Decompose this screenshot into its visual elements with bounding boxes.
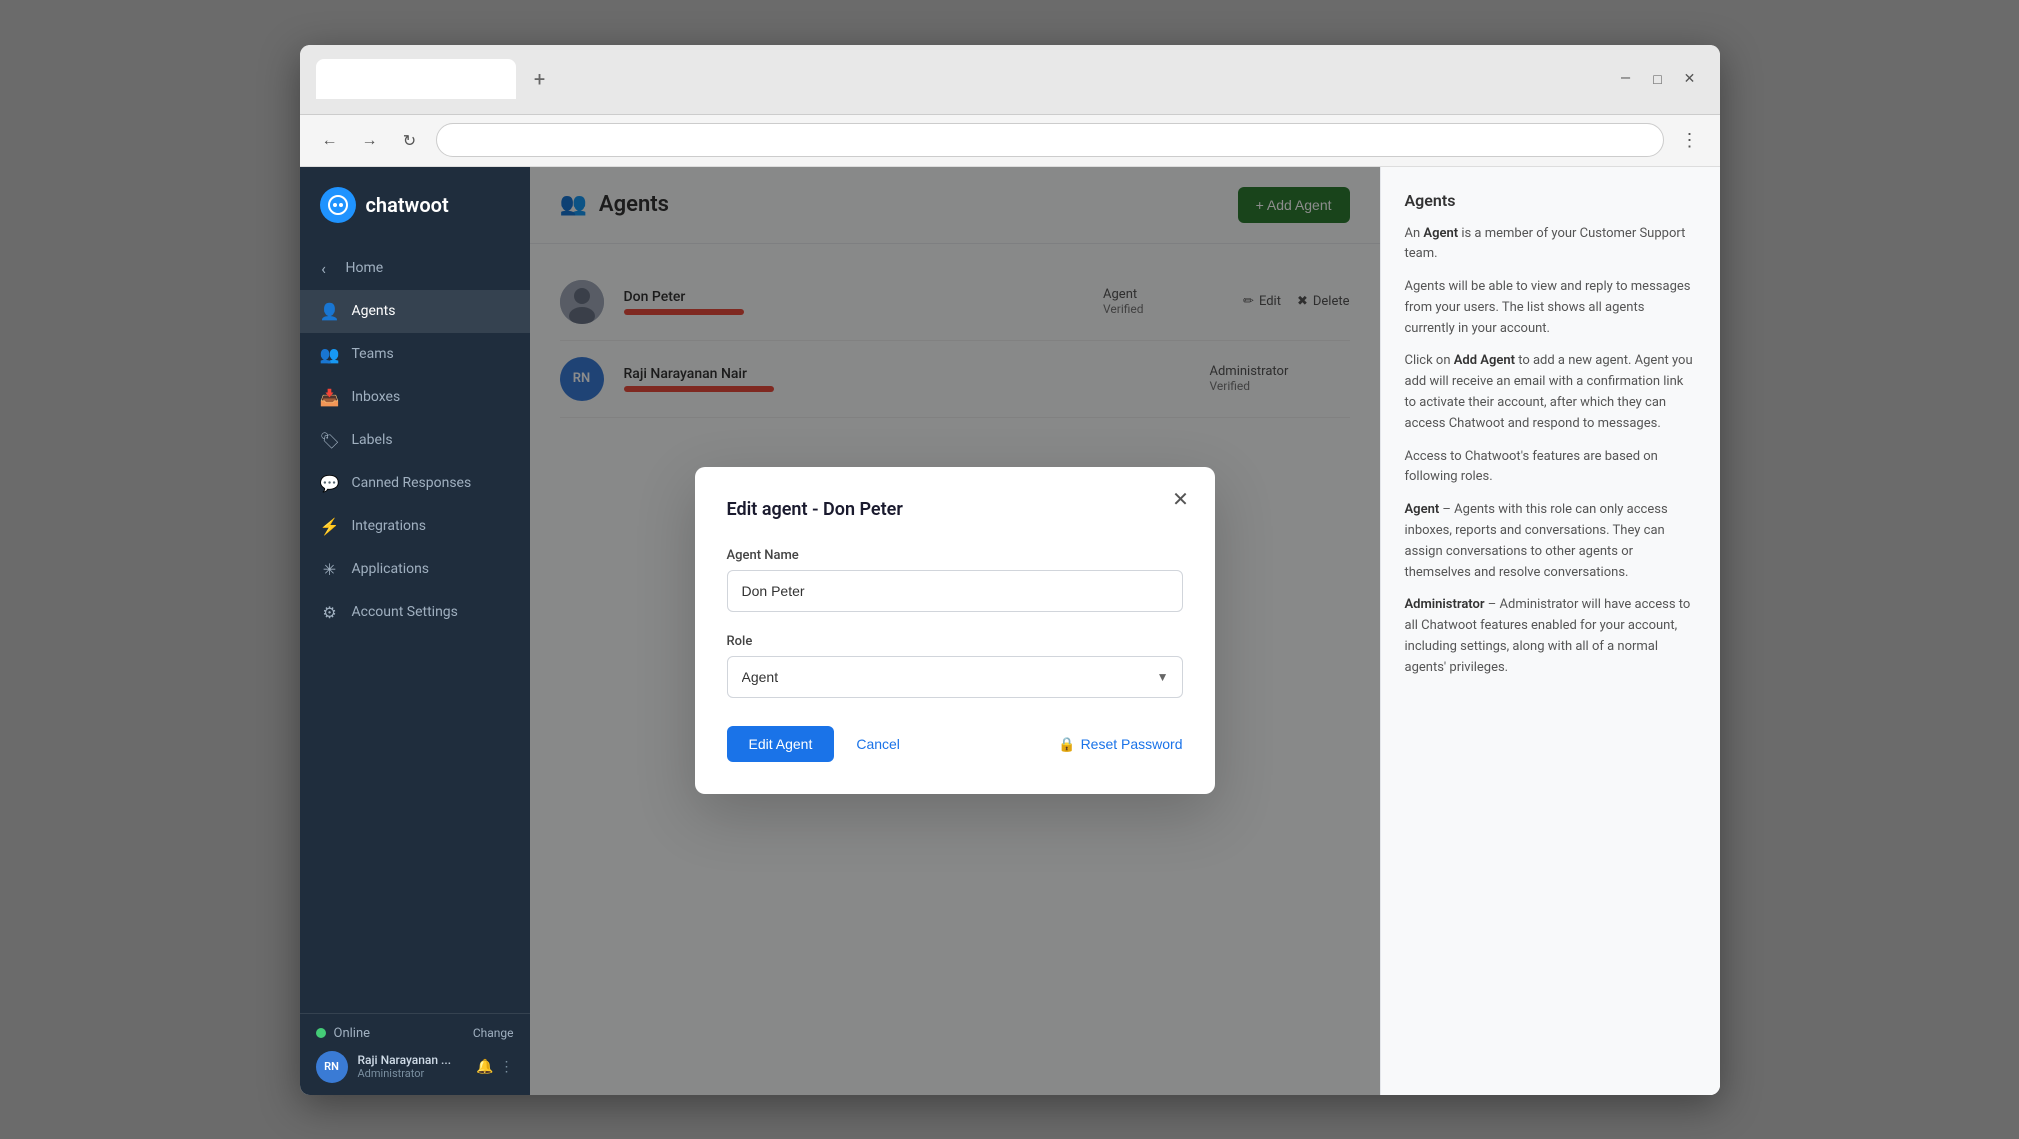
teams-icon: 👥 — [320, 345, 340, 364]
address-bar[interactable] — [436, 123, 1664, 157]
user-info: Raji Narayanan ... Administrator — [358, 1053, 467, 1080]
sidebar-item-integrations[interactable]: ⚡ Integrations — [300, 505, 530, 548]
info-panel-para-2: Agents will be able to view and reply to… — [1405, 277, 1696, 339]
sidebar-item-labels[interactable]: 🏷 Labels — [300, 419, 530, 462]
tab-bar: + — [316, 59, 1600, 99]
info-panel-para-4: Access to Chatwoot's features are based … — [1405, 447, 1696, 489]
info-panel-para-5: Agent – Agents with this role can only a… — [1405, 500, 1696, 583]
integrations-icon: ⚡ — [320, 517, 340, 536]
info-panel: Agents An Agent is a member of your Cust… — [1380, 167, 1720, 1095]
sidebar-item-canned-label: Canned Responses — [352, 475, 472, 491]
browser-tab[interactable] — [316, 59, 516, 99]
modal-overlay[interactable]: ✕ Edit agent - Don Peter Agent Name Role… — [530, 167, 1380, 1095]
sidebar-item-home-label: Home — [346, 260, 384, 276]
sidebar-item-canned-responses[interactable]: 💬 Canned Responses — [300, 462, 530, 505]
refresh-button[interactable]: ↻ — [396, 126, 424, 154]
role-label: Role — [727, 634, 1183, 649]
sidebar-item-applications[interactable]: ✳ Applications — [300, 548, 530, 591]
inboxes-icon: 📥 — [320, 388, 340, 407]
role-field-group: Role Agent Administrator ▼ — [727, 634, 1183, 698]
reset-password-label: Reset Password — [1081, 736, 1183, 752]
sidebar-item-applications-label: Applications — [352, 561, 430, 577]
status-row: Online Change — [316, 1026, 514, 1041]
notification-icon[interactable]: 🔔 — [476, 1059, 493, 1075]
collapse-icon: ‹ — [314, 259, 334, 278]
user-role: Administrator — [358, 1067, 467, 1080]
sidebar: chatwoot ‹ Home 👤 Agents 👥 Teams 📥 Inbox — [300, 167, 530, 1095]
browser-titlebar: + — □ ✕ — [300, 45, 1720, 115]
applications-icon: ✳ — [320, 560, 340, 579]
agent-name-field-group: Agent Name — [727, 548, 1183, 612]
cancel-button[interactable]: Cancel — [848, 726, 908, 762]
app-container: chatwoot ‹ Home 👤 Agents 👥 Teams 📥 Inbox — [300, 167, 1720, 1095]
info-panel-para-3: Click on Add Agent to add a new agent. A… — [1405, 351, 1696, 434]
status-dot — [316, 1028, 326, 1038]
maximize-button[interactable]: □ — [1644, 65, 1672, 93]
new-tab-button[interactable]: + — [524, 63, 556, 95]
role-select[interactable]: Agent Administrator — [727, 656, 1183, 698]
close-button[interactable]: ✕ — [1676, 65, 1704, 93]
user-actions: 🔔 ⋮ — [476, 1059, 513, 1075]
agent-name-input[interactable] — [727, 570, 1183, 612]
sidebar-item-agents-label: Agents — [352, 303, 396, 319]
sidebar-item-account-settings[interactable]: ⚙ Account Settings — [300, 591, 530, 634]
logo-icon — [320, 187, 356, 223]
back-button[interactable]: ← — [316, 126, 344, 154]
user-row: RN Raji Narayanan ... Administrator 🔔 ⋮ — [316, 1051, 514, 1083]
agents-icon: 👤 — [320, 302, 340, 321]
lock-icon: 🔒 — [1058, 736, 1075, 753]
modal-actions: Edit Agent Cancel 🔒 Reset Password — [727, 726, 1183, 762]
info-panel-para-6: Administrator – Administrator will have … — [1405, 595, 1696, 678]
sidebar-item-agents[interactable]: 👤 Agents — [300, 290, 530, 333]
user-avatar: RN — [316, 1051, 348, 1083]
status-label: Online — [334, 1026, 465, 1041]
user-name: Raji Narayanan ... — [358, 1053, 467, 1067]
change-status-link[interactable]: Change — [473, 1026, 514, 1040]
modal-close-button[interactable]: ✕ — [1167, 485, 1195, 513]
settings-icon: ⚙ — [320, 603, 340, 622]
browser-menu-button[interactable]: ⋮ — [1676, 126, 1704, 154]
info-panel-para-1: An Agent is a member of your Customer Su… — [1405, 224, 1696, 266]
forward-button[interactable]: → — [356, 126, 384, 154]
sidebar-logo: chatwoot — [300, 167, 530, 247]
browser-toolbar: ← → ↻ ⋮ — [300, 115, 1720, 167]
agent-name-label: Agent Name — [727, 548, 1183, 563]
sidebar-item-inboxes[interactable]: 📥 Inboxes — [300, 376, 530, 419]
canned-icon: 💬 — [320, 474, 340, 493]
modal-title: Edit agent - Don Peter — [727, 499, 1183, 520]
sidebar-item-settings-label: Account Settings — [352, 604, 458, 620]
logo-text: chatwoot — [366, 193, 449, 217]
reset-password-button[interactable]: 🔒 Reset Password — [1058, 736, 1182, 753]
sidebar-item-teams-label: Teams — [352, 346, 394, 362]
edit-agent-submit-button[interactable]: Edit Agent — [727, 726, 835, 762]
sidebar-item-teams[interactable]: 👥 Teams — [300, 333, 530, 376]
sidebar-item-integrations-label: Integrations — [352, 518, 426, 534]
sidebar-item-labels-label: Labels — [352, 432, 393, 448]
edit-agent-modal: ✕ Edit agent - Don Peter Agent Name Role… — [695, 467, 1215, 794]
sidebar-item-inboxes-label: Inboxes — [352, 389, 401, 405]
sidebar-item-home[interactable]: ‹ Home — [300, 247, 530, 290]
info-panel-title: Agents — [1405, 191, 1696, 210]
window-controls: — □ ✕ — [1612, 65, 1704, 93]
minimize-button[interactable]: — — [1612, 65, 1640, 93]
user-menu-icon[interactable]: ⋮ — [500, 1059, 514, 1075]
sidebar-bottom: Online Change RN Raji Narayanan ... Admi… — [300, 1013, 530, 1095]
main-content: 👥 Agents + Add Agent — [530, 167, 1380, 1095]
labels-icon: 🏷 — [320, 431, 340, 450]
role-select-wrapper: Agent Administrator ▼ — [727, 656, 1183, 698]
browser-window: + — □ ✕ ← → ↻ ⋮ — [300, 45, 1720, 1095]
sidebar-nav: ‹ Home 👤 Agents 👥 Teams 📥 Inboxes 🏷 — [300, 247, 530, 1013]
